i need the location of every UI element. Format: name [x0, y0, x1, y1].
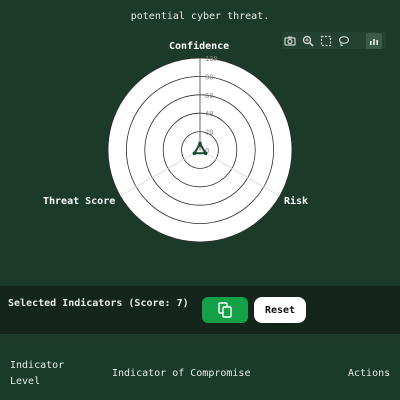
column-header-indicator-level-line2: Level	[10, 376, 41, 387]
chart-description-text: potential cyber threat.	[130, 11, 270, 22]
column-header-indicator-level[interactable]: Indicator Level	[10, 358, 64, 390]
chart-panel: potential cyber threat. 100 80 60 40 20 0 Con…	[0, 0, 400, 286]
radar-chart: 100806040200	[107, 55, 293, 243]
axis-label-risk: Risk	[284, 196, 309, 207]
radar-tick-label: 80	[205, 73, 213, 81]
chart-description: potential cyber threat.	[20, 0, 380, 25]
selection-bar	[0, 286, 400, 334]
radar-data-point	[203, 151, 208, 156]
radar-tick-label: 100	[205, 55, 218, 63]
radar-data-point	[192, 151, 197, 156]
radar-tick-label: 40	[205, 110, 213, 118]
radar-tick-label: 60	[205, 92, 213, 100]
copy-icon	[218, 302, 232, 318]
column-header-actions[interactable]: Actions	[348, 366, 390, 382]
radar-data-point	[198, 141, 202, 146]
copy-button[interactable]	[202, 297, 248, 323]
column-header-ioc[interactable]: Indicator of Compromise	[112, 366, 250, 382]
selected-indicators-label: Selected Indicators (Score: 7)	[8, 298, 189, 309]
radar-tick-label: 20	[205, 129, 213, 137]
reset-button[interactable]: Reset	[254, 297, 306, 323]
axis-label-threat-score: Threat Score	[43, 196, 116, 207]
column-header-indicator-level-line1: Indicator	[10, 360, 65, 371]
axis-label-confidence: Confidence	[169, 41, 230, 52]
table-header: Indicator Level Indicator of Compromise …	[0, 344, 400, 400]
